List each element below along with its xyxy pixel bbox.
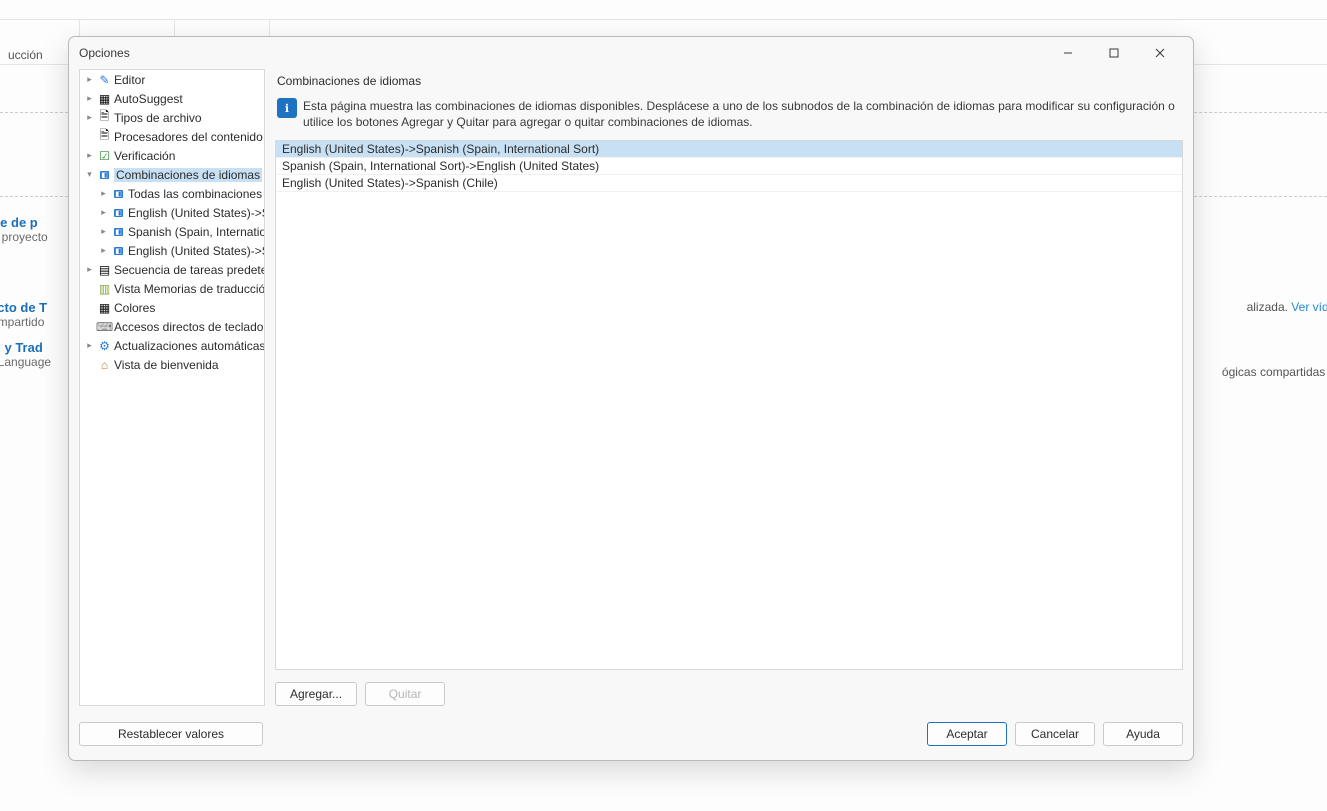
file-icon: 🗎 — [97, 111, 112, 125]
tree-expander-icon[interactable]: ▸ — [84, 93, 95, 104]
options-tree[interactable]: ▸✎Editor▸▦AutoSuggest▸🗎Tipos de archivo🗎… — [79, 69, 265, 706]
tree-item[interactable]: ▸◧English (United States)->Sp — [80, 241, 264, 260]
info-icon: ℹ — [277, 98, 297, 118]
tree-item[interactable]: ▸⚙Actualizaciones automáticas — [80, 336, 264, 355]
tree-item-label: Spanish (Spain, Internation — [128, 225, 264, 239]
auto-icon: ▦ — [97, 92, 112, 106]
tree-expander-icon[interactable]: ▸ — [98, 245, 109, 256]
tree-expander-icon — [84, 302, 95, 313]
lang-icon: ◧ — [111, 206, 126, 220]
info-text: Esta página muestra las combinaciones de… — [303, 98, 1181, 130]
tree-item[interactable]: ▾◧Combinaciones de idiomas — [80, 165, 264, 184]
tree-item-label: Editor — [114, 73, 145, 87]
tree-item[interactable]: ▥Vista Memorias de traducción — [80, 279, 264, 298]
cancel-button[interactable]: Cancelar — [1015, 722, 1095, 746]
tree-item-label: Actualizaciones automáticas — [114, 339, 264, 353]
tree-expander-icon — [84, 131, 95, 142]
tree-expander-icon[interactable]: ▸ — [84, 74, 95, 85]
add-button[interactable]: Agregar... — [275, 682, 357, 706]
list-item[interactable]: Spanish (Spain, International Sort)->Eng… — [276, 158, 1182, 175]
tree-expander-icon[interactable]: ▸ — [84, 150, 95, 161]
colors-icon: ▦ — [97, 301, 112, 315]
tree-expander-icon[interactable]: ▸ — [98, 207, 109, 218]
lang-icon: ◧ — [97, 168, 112, 182]
lang-icon: ◧ — [111, 244, 126, 258]
tree-item[interactable]: ▸🗎Tipos de archivo — [80, 108, 264, 127]
tree-item[interactable]: ▸✎Editor — [80, 70, 264, 89]
tree-expander-icon — [84, 283, 95, 294]
options-dialog: Opciones ▸✎Editor▸▦AutoSuggest▸🗎Tipos de… — [68, 36, 1194, 761]
list-item[interactable]: English (United States)->Spanish (Chile) — [276, 175, 1182, 192]
home-icon: ⌂ — [97, 358, 112, 372]
reset-button[interactable]: Restablecer valores — [79, 722, 263, 746]
tree-expander-icon[interactable]: ▸ — [84, 264, 95, 275]
tree-item[interactable]: ▸◧Todas las combinaciones d — [80, 184, 264, 203]
tree-item-label: Tipos de archivo — [114, 111, 202, 125]
tree-item[interactable]: ▸▦AutoSuggest — [80, 89, 264, 108]
tree-item-label: Todas las combinaciones d — [128, 187, 264, 201]
tree-item-label: Accesos directos de teclado — [114, 320, 263, 334]
tree-expander-icon[interactable]: ▾ — [84, 169, 95, 180]
close-button[interactable] — [1137, 38, 1183, 68]
bg-right-text: ógicas compartidas on — [1222, 365, 1327, 379]
file-icon: 🗎 — [97, 130, 112, 144]
tree-item-label: Colores — [114, 301, 155, 315]
tree-expander-icon[interactable]: ▸ — [84, 112, 95, 123]
language-pairs-list[interactable]: English (United States)->Spanish (Spain,… — [275, 140, 1183, 670]
tree-item-label: AutoSuggest — [114, 92, 183, 106]
tree-item-label: Vista Memorias de traducción — [114, 282, 264, 296]
pencil-icon: ✎ — [97, 73, 112, 87]
kbd-icon: ⌨ — [97, 320, 112, 334]
tree-expander-icon[interactable]: ▸ — [98, 188, 109, 199]
tree-item[interactable]: ▸☑Verificación — [80, 146, 264, 165]
help-button[interactable]: Ayuda — [1103, 722, 1183, 746]
ok-button[interactable]: Aceptar — [927, 722, 1007, 746]
tree-item[interactable]: ▸◧Spanish (Spain, Internation — [80, 222, 264, 241]
bg-right-text: alizada. Ver vídeo — [1247, 300, 1327, 314]
tree-item[interactable]: ⌂Vista de bienvenida — [80, 355, 264, 374]
titlebar[interactable]: Opciones — [69, 37, 1193, 69]
tree-expander-icon[interactable]: ▸ — [98, 226, 109, 237]
tree-expander-icon[interactable]: ▸ — [84, 340, 95, 351]
seq-icon: ▤ — [97, 263, 112, 277]
bg-tab-label: ucción — [0, 48, 51, 62]
content-heading: Combinaciones de idiomas — [275, 69, 1183, 90]
lang-icon: ◧ — [111, 225, 126, 239]
tree-item-label: Vista de bienvenida — [114, 358, 219, 372]
tree-item-label: English (United States)->Sp — [128, 206, 264, 220]
list-item[interactable]: English (United States)->Spanish (Spain,… — [276, 141, 1182, 158]
tree-item-label: Secuencia de tareas predeter — [114, 263, 264, 277]
tree-item[interactable]: ▸▤Secuencia de tareas predeter — [80, 260, 264, 279]
update-icon: ⚙ — [97, 339, 112, 353]
tree-item[interactable]: ▦Colores — [80, 298, 264, 317]
tree-expander-icon — [84, 321, 95, 332]
tree-item[interactable]: 🗎Procesadores del contenido in — [80, 127, 264, 146]
tree-item-label: English (United States)->Sp — [128, 244, 264, 258]
check-icon: ☑ — [97, 149, 112, 163]
remove-button: Quitar — [365, 682, 445, 706]
minimize-button[interactable] — [1045, 38, 1091, 68]
lang-icon: ◧ — [111, 187, 126, 201]
tree-item[interactable]: ▸◧English (United States)->Sp — [80, 203, 264, 222]
maximize-button[interactable] — [1091, 38, 1137, 68]
dialog-title: Opciones — [79, 46, 1045, 60]
tree-expander-icon — [84, 359, 95, 370]
tree-item-label: Procesadores del contenido in — [114, 130, 264, 144]
bg-link[interactable]: Ver vídeo — [1291, 300, 1327, 314]
tree-item-label: Combinaciones de idiomas — [114, 168, 262, 182]
tree-item-label: Verificación — [114, 149, 175, 163]
tm-icon: ▥ — [97, 282, 112, 296]
tree-item[interactable]: ⌨Accesos directos de teclado — [80, 317, 264, 336]
